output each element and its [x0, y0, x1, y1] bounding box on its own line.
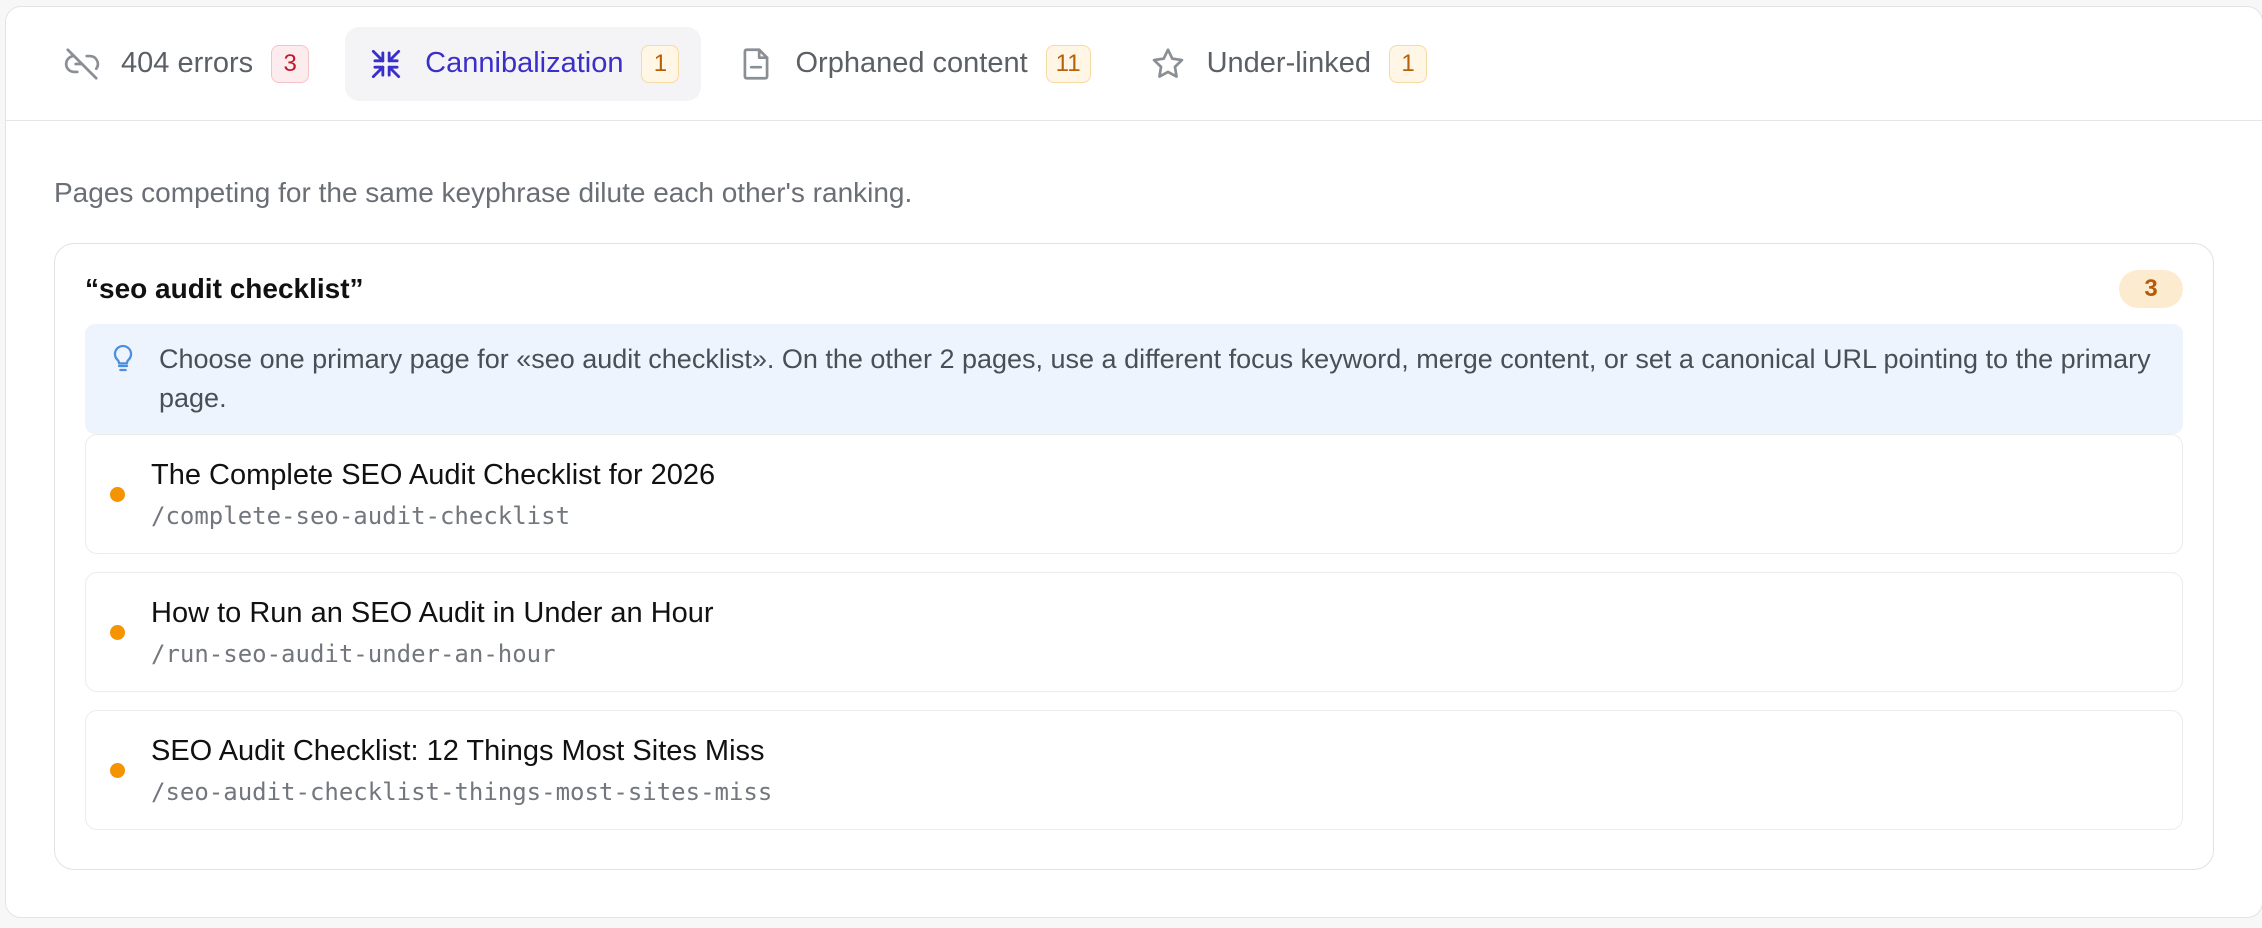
tab-label: 404 errors — [121, 47, 254, 79]
group-header: “seo audit checklist” 3 — [85, 270, 2183, 308]
page-url: /complete-seo-audit-checklist — [151, 501, 571, 530]
lightbulb-icon — [107, 342, 139, 374]
recommendation-tip: Choose one primary page for «seo audit c… — [85, 324, 2183, 434]
error-count-badge: 3 — [271, 44, 310, 83]
tab-orphaned-content[interactable]: Orphaned content 11 — [715, 27, 1112, 101]
status-dot — [110, 624, 125, 640]
broken-link-icon — [63, 45, 101, 83]
keyphrase-group: “seo audit checklist” 3 Choose one prima… — [54, 243, 2214, 870]
page-url: /seo-audit-checklist-things-most-sites-m… — [151, 777, 773, 806]
tab-404-errors[interactable]: 404 errors 3 — [41, 27, 331, 101]
page-title: The Complete SEO Audit Checklist for 202… — [151, 458, 716, 491]
competing-page-item[interactable]: How to Run an SEO Audit in Under an Hour… — [85, 572, 2183, 692]
tab-label: Under-linked — [1206, 47, 1371, 79]
tab-label: Orphaned content — [795, 47, 1028, 79]
competing-pages-list: The Complete SEO Audit Checklist for 202… — [85, 434, 2183, 830]
page-title: SEO Audit Checklist: 12 Things Most Site… — [151, 734, 765, 767]
status-dot — [110, 762, 125, 778]
page-title: How to Run an SEO Audit in Under an Hour — [151, 596, 714, 629]
keyphrase-title: “seo audit checklist” — [85, 273, 364, 304]
page-count-badge: 3 — [2119, 270, 2183, 308]
collapse-arrows-icon — [367, 45, 405, 83]
document-icon — [737, 45, 775, 83]
competing-page-item[interactable]: SEO Audit Checklist: 12 Things Most Site… — [85, 710, 2183, 830]
status-dot — [110, 486, 125, 502]
tab-under-linked[interactable]: Under-linked 1 — [1127, 27, 1449, 101]
under-linked-count-badge: 1 — [1389, 44, 1427, 83]
section-description: Pages competing for the same keyphrase d… — [54, 177, 913, 208]
cannibalization-count-badge: 1 — [641, 44, 680, 83]
tab-bar: 404 errors 3 Cannibalization 1 Orphaned … — [6, 7, 2262, 121]
page-url: /run-seo-audit-under-an-hour — [151, 639, 556, 668]
tip-text: Choose one primary page for «seo audit c… — [159, 344, 2151, 413]
competing-page-item[interactable]: The Complete SEO Audit Checklist for 202… — [85, 434, 2183, 554]
tab-cannibalization[interactable]: Cannibalization 1 — [345, 26, 702, 101]
issues-panel: 404 errors 3 Cannibalization 1 Orphaned … — [5, 6, 2262, 918]
star-icon — [1149, 45, 1187, 83]
orphaned-count-badge: 11 — [1045, 44, 1091, 83]
tab-label: Cannibalization — [425, 47, 624, 79]
tab-content: Pages competing for the same keyphrase d… — [6, 177, 2262, 870]
